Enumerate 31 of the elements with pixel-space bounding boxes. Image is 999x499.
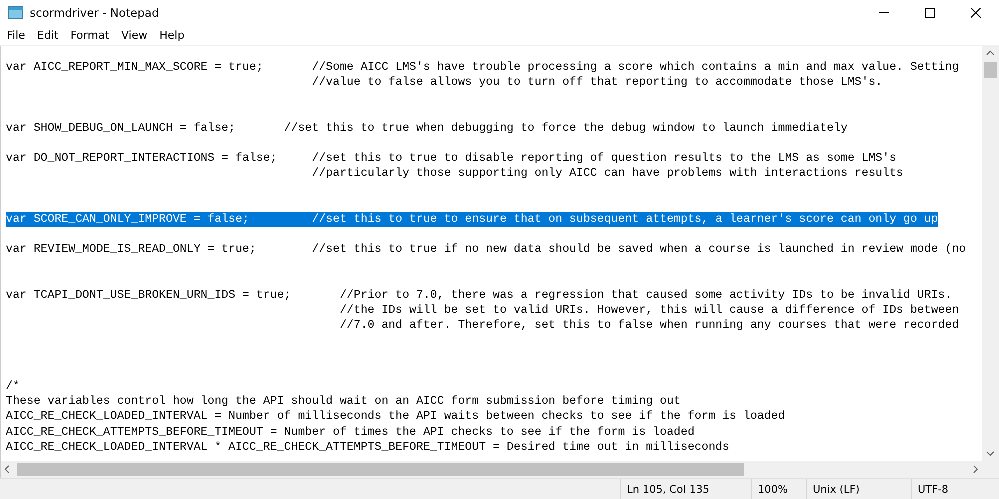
code-line: var DO_NOT_REPORT_INTERACTIONS = false; //set this to true to disable reporting of question results to the LMS as some LMS's	[6, 151, 897, 166]
window-title: scormdriver - Notepad	[30, 6, 160, 20]
menu-item[interactable]: Edit	[31, 27, 65, 44]
code-line: AICC_RE_CHECK_ATTEMPTS_BEFORE_TIMEOUT = Number of times the API checks to see if the form is loaded	[6, 424, 695, 440]
menu-item[interactable]: Help	[154, 27, 191, 44]
maximize-icon	[925, 8, 935, 18]
code-line: AICC_RE_CHECK_LOADED_INTERVAL = Number of milliseconds the API waits between checks to see if the form is loaded	[6, 409, 786, 424]
code-line: var REVIEW_MODE_IS_READ_ONLY = true; //set this to true if no new data should be saved when a course is launched in review mode (no	[6, 242, 966, 258]
notepad-icon	[8, 6, 24, 20]
vertical-scrollbar[interactable]	[982, 46, 999, 461]
scroll-thumb[interactable]	[17, 463, 744, 476]
code-line: var TCAPI_DONT_USE_BROKEN_URN_IDS = true; //Prior to 7.0, there was a regression that caused some activity IDs to be invalid URIs.	[6, 288, 952, 303]
code-line: var AICC_REPORT_MIN_MAX_SCORE = true; //Some AICC LMS's have trouble processing a score which contains a min and max value. Setting	[6, 60, 960, 76]
code-line: //particularly those supporting only AICC can have problems with interactions results	[311, 166, 904, 182]
code-line: var SHOW_DEBUG_ON_LAUNCH = false; //set this to true when debugging to force the debug window to launch immediately	[6, 120, 848, 136]
close-icon	[971, 8, 981, 18]
code-line: These variables control how long the API should wait on an AICC form submission before timing out	[6, 394, 681, 410]
status-text: Unix (LF)	[806, 479, 911, 499]
menu-item[interactable]: View	[116, 27, 154, 44]
status-text: Ln 105, Col 135	[620, 479, 751, 499]
code-line: AICC_RE_CHECK_LOADED_INTERVAL * AICC_RE_CHECK_ATTEMPTS_BEFORE_TIMEOUT = Desired time out in milliseconds	[6, 440, 730, 455]
menu-item[interactable]: Format	[64, 27, 116, 44]
menu-item[interactable]: File	[1, 27, 32, 44]
status-text: 100%	[751, 479, 806, 499]
code-line: //7.0 and after. Therefore, set this to false when running any courses that were recorded	[338, 318, 960, 334]
code-line: //value to false allows you to turn off that reporting to accommodate those LMS's.	[311, 75, 883, 90]
code-line: //the IDs will be set to valid URIs. However, this will cause a difference of IDs between	[338, 303, 960, 318]
scroll-thumb[interactable]	[984, 62, 997, 78]
code-line: /*	[6, 378, 20, 394]
status-text: UTF-8	[911, 479, 999, 499]
horizontal-scrollbar[interactable]	[1, 461, 982, 478]
